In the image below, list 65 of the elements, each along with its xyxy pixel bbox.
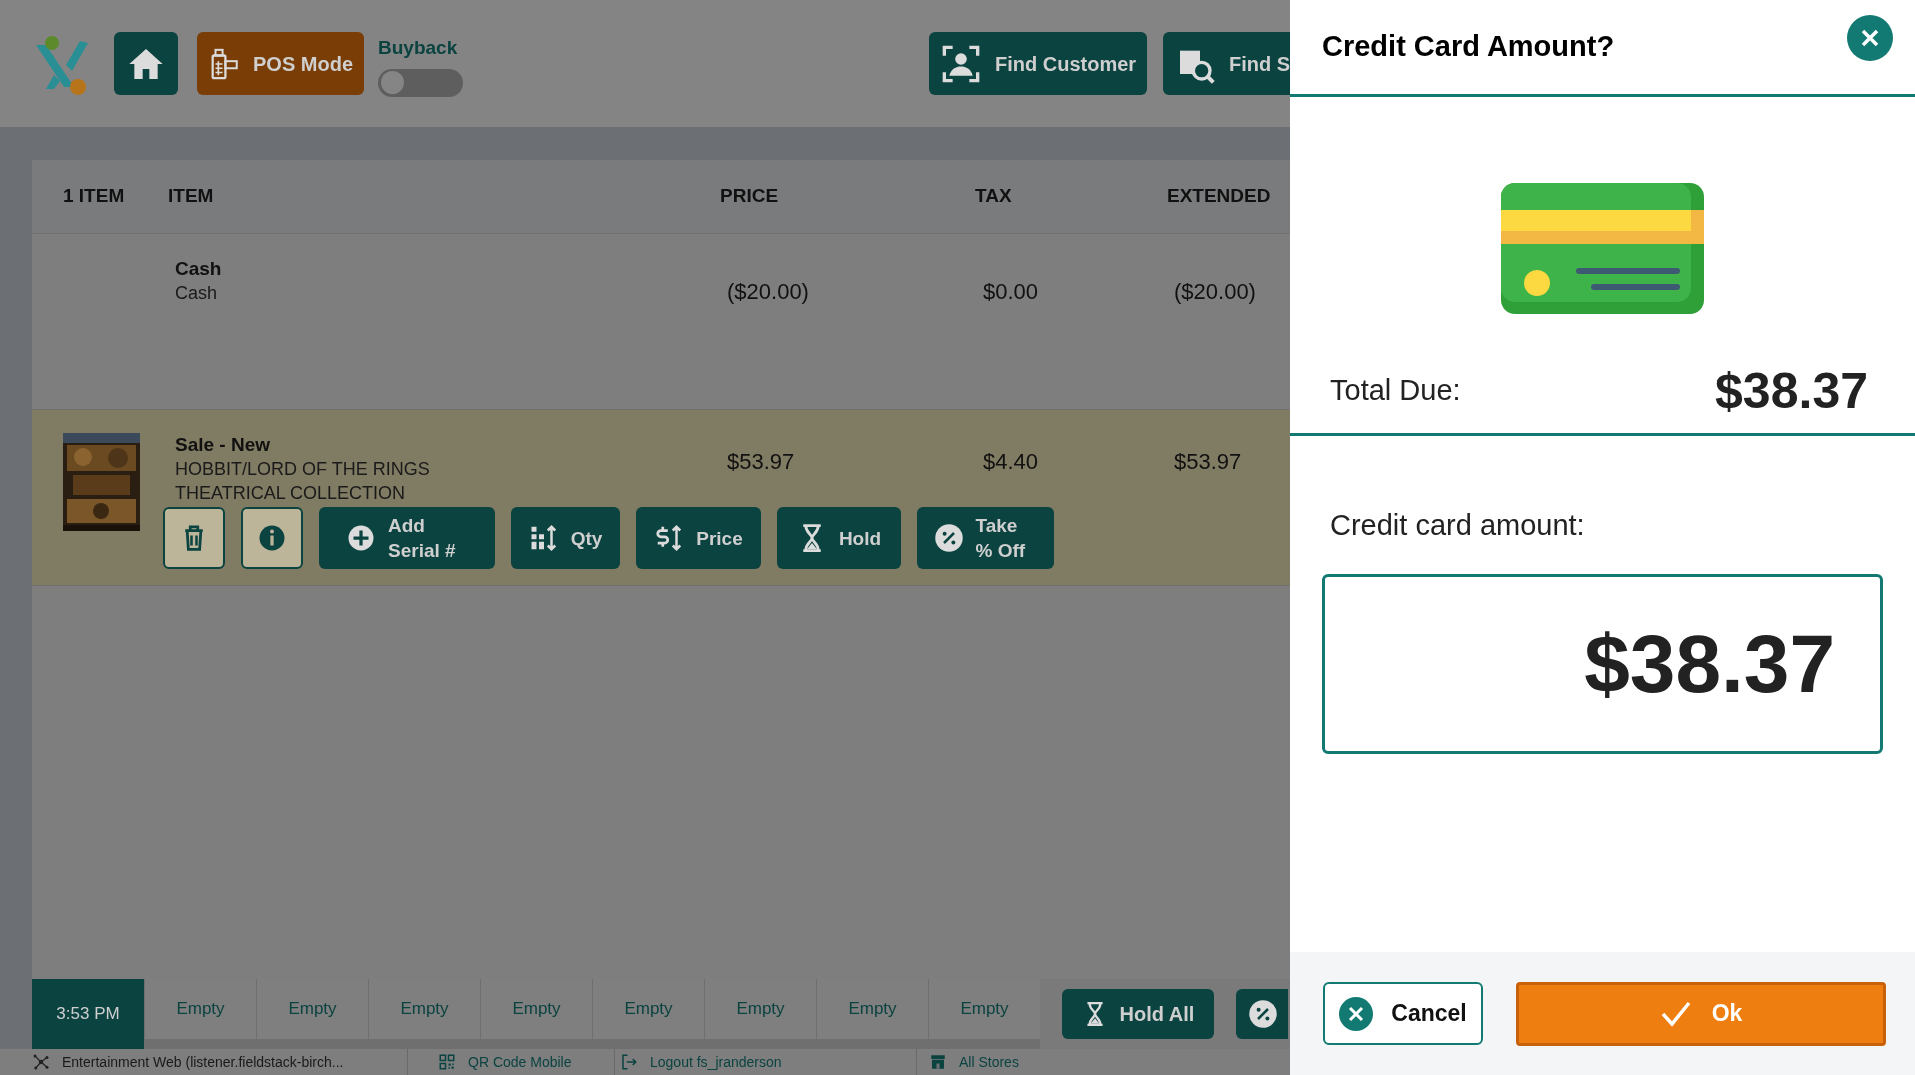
qr-code-icon — [438, 1053, 456, 1071]
price-button[interactable]: Price — [636, 507, 761, 569]
time-tab[interactable]: 3:53 PM — [32, 979, 144, 1049]
cart-row[interactable]: Sale - New HOBBIT/LORD OF THE RINGS THEATRICAL COLLECTION $53.97 $4.40 $53.97 Add Serial # Qty Price Hold Take % Off — [32, 410, 1290, 586]
hold-button[interactable]: Hold — [777, 507, 901, 569]
column-header: PRICE — [719, 184, 780, 209]
hold-slot[interactable]: Empty — [592, 979, 704, 1049]
status-item[interactable]: Logout fs_jranderson — [650, 1051, 782, 1073]
hold-slot[interactable]: Empty — [368, 979, 480, 1049]
buyback-label: Buyback — [378, 36, 459, 60]
discount-all-button[interactable] — [1236, 989, 1288, 1039]
credit-card-icon — [1501, 183, 1704, 314]
column-header: ITEM — [168, 184, 215, 209]
check-icon — [1659, 999, 1692, 1028]
close-button[interactable] — [1847, 15, 1893, 61]
network-icon — [32, 1053, 50, 1071]
item-description: HOBBIT/LORD OF THE RINGS THEATRICAL COLLECTION — [175, 458, 431, 505]
hold-all-button[interactable]: Hold All — [1062, 989, 1214, 1039]
item-description: Cash — [175, 282, 219, 305]
hold-slot[interactable]: Empty — [816, 979, 928, 1049]
hold-slot[interactable]: Empty — [144, 979, 256, 1049]
extended-cell-text: ($20.00) — [1173, 278, 1257, 306]
store-icon — [929, 1053, 947, 1071]
tax-cell-text: $4.40 — [982, 448, 1040, 476]
person-frame-icon — [941, 43, 981, 84]
hold-slot[interactable]: Empty — [704, 979, 816, 1049]
amount-label: Credit card amount: — [1330, 509, 1585, 541]
amount-field[interactable]: $38.37 — [1322, 573, 1883, 754]
hold-slot[interactable]: Empty — [256, 979, 368, 1049]
plus-icon — [346, 523, 376, 553]
percent-icon — [1248, 999, 1278, 1029]
ok-button[interactable]: Ok — [1516, 981, 1886, 1046]
extended-cell-text: $53.97 — [1173, 448, 1243, 476]
find-store-button[interactable]: Find S — [1163, 32, 1290, 95]
home-button[interactable] — [114, 32, 178, 95]
cancel-button[interactable]: Cancel — [1323, 982, 1483, 1045]
add-serial-button[interactable]: Add Serial # — [319, 507, 495, 569]
discount-button[interactable]: Take % Off — [917, 507, 1054, 569]
percent-icon — [933, 523, 964, 553]
delete-button[interactable] — [163, 507, 225, 569]
dialog-title: Credit Card Amount? — [1322, 29, 1615, 65]
buyback-toggle[interactable] — [378, 68, 463, 97]
logout-icon — [620, 1053, 638, 1071]
total-due-amount: $38.37 — [1715, 361, 1868, 421]
status-item: Entertainment Web (listener.fieldstack-birch... — [62, 1052, 344, 1072]
tax-cell-text: $0.00 — [982, 278, 1040, 306]
column-header: EXTENDED — [1166, 184, 1272, 209]
price-cell-text: $53.97 — [726, 448, 796, 476]
total-due-label: Total Due: — [1330, 373, 1461, 409]
info-icon — [257, 523, 287, 553]
hold-slot[interactable]: Empty — [928, 979, 1040, 1049]
pos-mode-button[interactable]: POS Mode — [197, 32, 364, 95]
info-button[interactable] — [241, 507, 303, 569]
hold-slot[interactable]: Empty — [480, 979, 592, 1049]
column-header: 1 ITEM — [62, 184, 126, 209]
find-customer-button[interactable]: Find Customer — [929, 32, 1147, 95]
close-icon — [1859, 27, 1881, 49]
quantity-button[interactable]: Qty — [511, 507, 620, 569]
column-header: TAX — [974, 184, 1013, 209]
item-title: Sale - New — [175, 433, 272, 457]
price-cell-text: ($20.00) — [726, 278, 810, 306]
cancel-icon — [1339, 996, 1374, 1031]
item-title: Cash — [175, 257, 223, 281]
status-item[interactable]: QR Code Mobile — [468, 1051, 572, 1073]
status-item[interactable]: All Stores — [959, 1051, 1019, 1073]
